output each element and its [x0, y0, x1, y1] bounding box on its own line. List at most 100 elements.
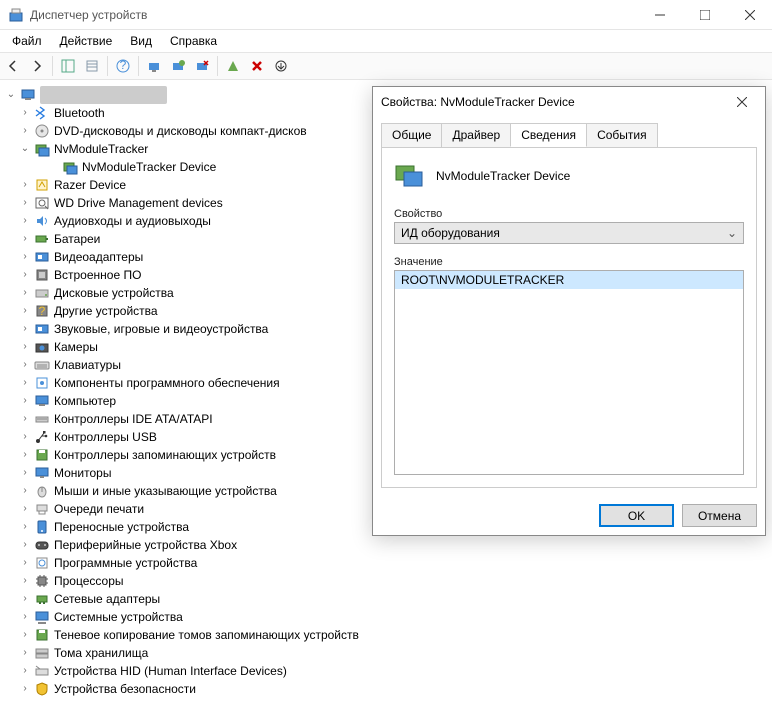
svg-text:?: ? [39, 304, 46, 318]
category-icon [34, 501, 50, 517]
menu-action[interactable]: Действие [52, 32, 121, 50]
property-dropdown-value: ИД оборудования [401, 226, 500, 240]
tree-item[interactable]: › Тома хранилища [4, 644, 772, 662]
device-child-icon [62, 159, 78, 175]
tree-item-label: Тома хранилища [54, 644, 148, 662]
close-button[interactable] [727, 0, 772, 30]
chevron-right-icon[interactable]: › [18, 646, 32, 660]
chevron-right-icon[interactable]: › [18, 466, 32, 480]
tree-item-label: Компьютер [54, 392, 116, 410]
disable-device-button[interactable] [246, 55, 268, 77]
forward-button[interactable] [26, 55, 48, 77]
add-legacy-button[interactable] [270, 55, 292, 77]
value-list[interactable]: ROOT\NVMODULETRACKER [394, 270, 744, 475]
chevron-right-icon[interactable]: › [18, 610, 32, 624]
chevron-right-icon[interactable]: › [18, 124, 32, 138]
dialog-titlebar[interactable]: Свойства: NvModuleTracker Device [373, 87, 765, 117]
chevron-right-icon[interactable]: › [18, 592, 32, 606]
update-driver-button[interactable] [167, 55, 189, 77]
tree-item[interactable]: › Устройства безопасности [4, 680, 772, 698]
dialog-close-button[interactable] [727, 87, 757, 117]
chevron-right-icon[interactable]: › [18, 286, 32, 300]
chevron-right-icon[interactable]: › [18, 412, 32, 426]
category-icon [34, 591, 50, 607]
maximize-button[interactable] [682, 0, 727, 30]
properties-button[interactable] [81, 55, 103, 77]
device-icon [394, 160, 426, 192]
cancel-button[interactable]: Отмена [682, 504, 757, 527]
chevron-right-icon[interactable]: › [18, 304, 32, 318]
tree-item-label: Камеры [54, 338, 98, 356]
tree-item-label: Программные устройства [54, 554, 197, 572]
tree-item[interactable]: › Сетевые адаптеры [4, 590, 772, 608]
chevron-right-icon[interactable]: › [18, 106, 32, 120]
category-icon [34, 645, 50, 661]
dialog-buttons: OK Отмена [373, 496, 765, 535]
property-dropdown[interactable]: ИД оборудования ⌄ [394, 222, 744, 244]
chevron-right-icon[interactable]: › [18, 358, 32, 372]
chevron-right-icon[interactable]: › [18, 214, 32, 228]
tree-item-label: WD Drive Management devices [54, 194, 223, 212]
tree-item-label: Дисковые устройства [54, 284, 174, 302]
show-hide-tree-button[interactable] [57, 55, 79, 77]
tab-driver[interactable]: Драйвер [441, 123, 511, 147]
tree-item[interactable]: › Теневое копирование томов запоминающих… [4, 626, 772, 644]
category-icon [34, 573, 50, 589]
chevron-right-icon[interactable]: › [18, 394, 32, 408]
chevron-right-icon[interactable]: › [18, 628, 32, 642]
menu-help[interactable]: Справка [162, 32, 225, 50]
category-icon [34, 195, 50, 211]
uninstall-button[interactable] [191, 55, 213, 77]
chevron-right-icon[interactable]: › [18, 682, 32, 696]
menu-view[interactable]: Вид [122, 32, 160, 50]
chevron-right-icon[interactable]: › [18, 250, 32, 264]
category-icon [34, 141, 50, 157]
tree-item-label: Контроллеры запоминающих устройств [54, 446, 276, 464]
help-button[interactable]: ? [112, 55, 134, 77]
chevron-right-icon[interactable]: › [18, 574, 32, 588]
tree-item-label: Батареи [54, 230, 100, 248]
chevron-down-icon[interactable]: ⌄ [18, 142, 32, 156]
chevron-right-icon[interactable]: › [18, 448, 32, 462]
tree-item-label: Очереди печати [54, 500, 144, 518]
ok-button[interactable]: OK [599, 504, 674, 527]
category-icon [34, 321, 50, 337]
tab-events[interactable]: События [586, 123, 658, 147]
value-list-item[interactable]: ROOT\NVMODULETRACKER [395, 271, 743, 289]
chevron-down-icon[interactable]: ⌄ [4, 88, 18, 102]
chevron-right-icon[interactable]: › [18, 430, 32, 444]
menu-file[interactable]: Файл [4, 32, 50, 50]
chevron-right-icon[interactable]: › [18, 520, 32, 534]
tree-item[interactable]: › Устройства HID (Human Interface Device… [4, 662, 772, 680]
chevron-right-icon[interactable]: › [18, 178, 32, 192]
chevron-right-icon[interactable]: › [18, 556, 32, 570]
minimize-button[interactable] [637, 0, 682, 30]
chevron-right-icon[interactable]: › [18, 196, 32, 210]
enable-device-button[interactable] [222, 55, 244, 77]
tab-general[interactable]: Общие [381, 123, 442, 147]
chevron-right-icon[interactable]: › [18, 340, 32, 354]
chevron-right-icon[interactable]: › [18, 484, 32, 498]
chevron-right-icon[interactable]: › [18, 268, 32, 282]
back-button[interactable] [2, 55, 24, 77]
category-icon [34, 177, 50, 193]
chevron-right-icon[interactable]: › [18, 538, 32, 552]
tree-item[interactable]: › Процессоры [4, 572, 772, 590]
tree-root-label: redacted [40, 86, 167, 104]
category-icon [34, 663, 50, 679]
tree-item-label: DVD-дисководы и дисководы компакт-дисков [54, 122, 307, 140]
chevron-right-icon[interactable]: › [18, 322, 32, 336]
value-label: Значение [394, 256, 744, 268]
tree-item[interactable]: › Периферийные устройства Xbox [4, 536, 772, 554]
tab-details[interactable]: Сведения [510, 123, 587, 147]
tree-item[interactable]: › Системные устройства [4, 608, 772, 626]
tree-item[interactable]: › Программные устройства [4, 554, 772, 572]
tree-item-label: Устройства безопасности [54, 680, 196, 698]
chevron-right-icon[interactable]: › [18, 664, 32, 678]
category-icon [34, 411, 50, 427]
scan-hardware-button[interactable] [143, 55, 165, 77]
chevron-right-icon[interactable]: › [18, 232, 32, 246]
chevron-right-icon[interactable]: › [18, 376, 32, 390]
tree-item-label: Мыши и иные указывающие устройства [54, 482, 277, 500]
chevron-right-icon[interactable]: › [18, 502, 32, 516]
